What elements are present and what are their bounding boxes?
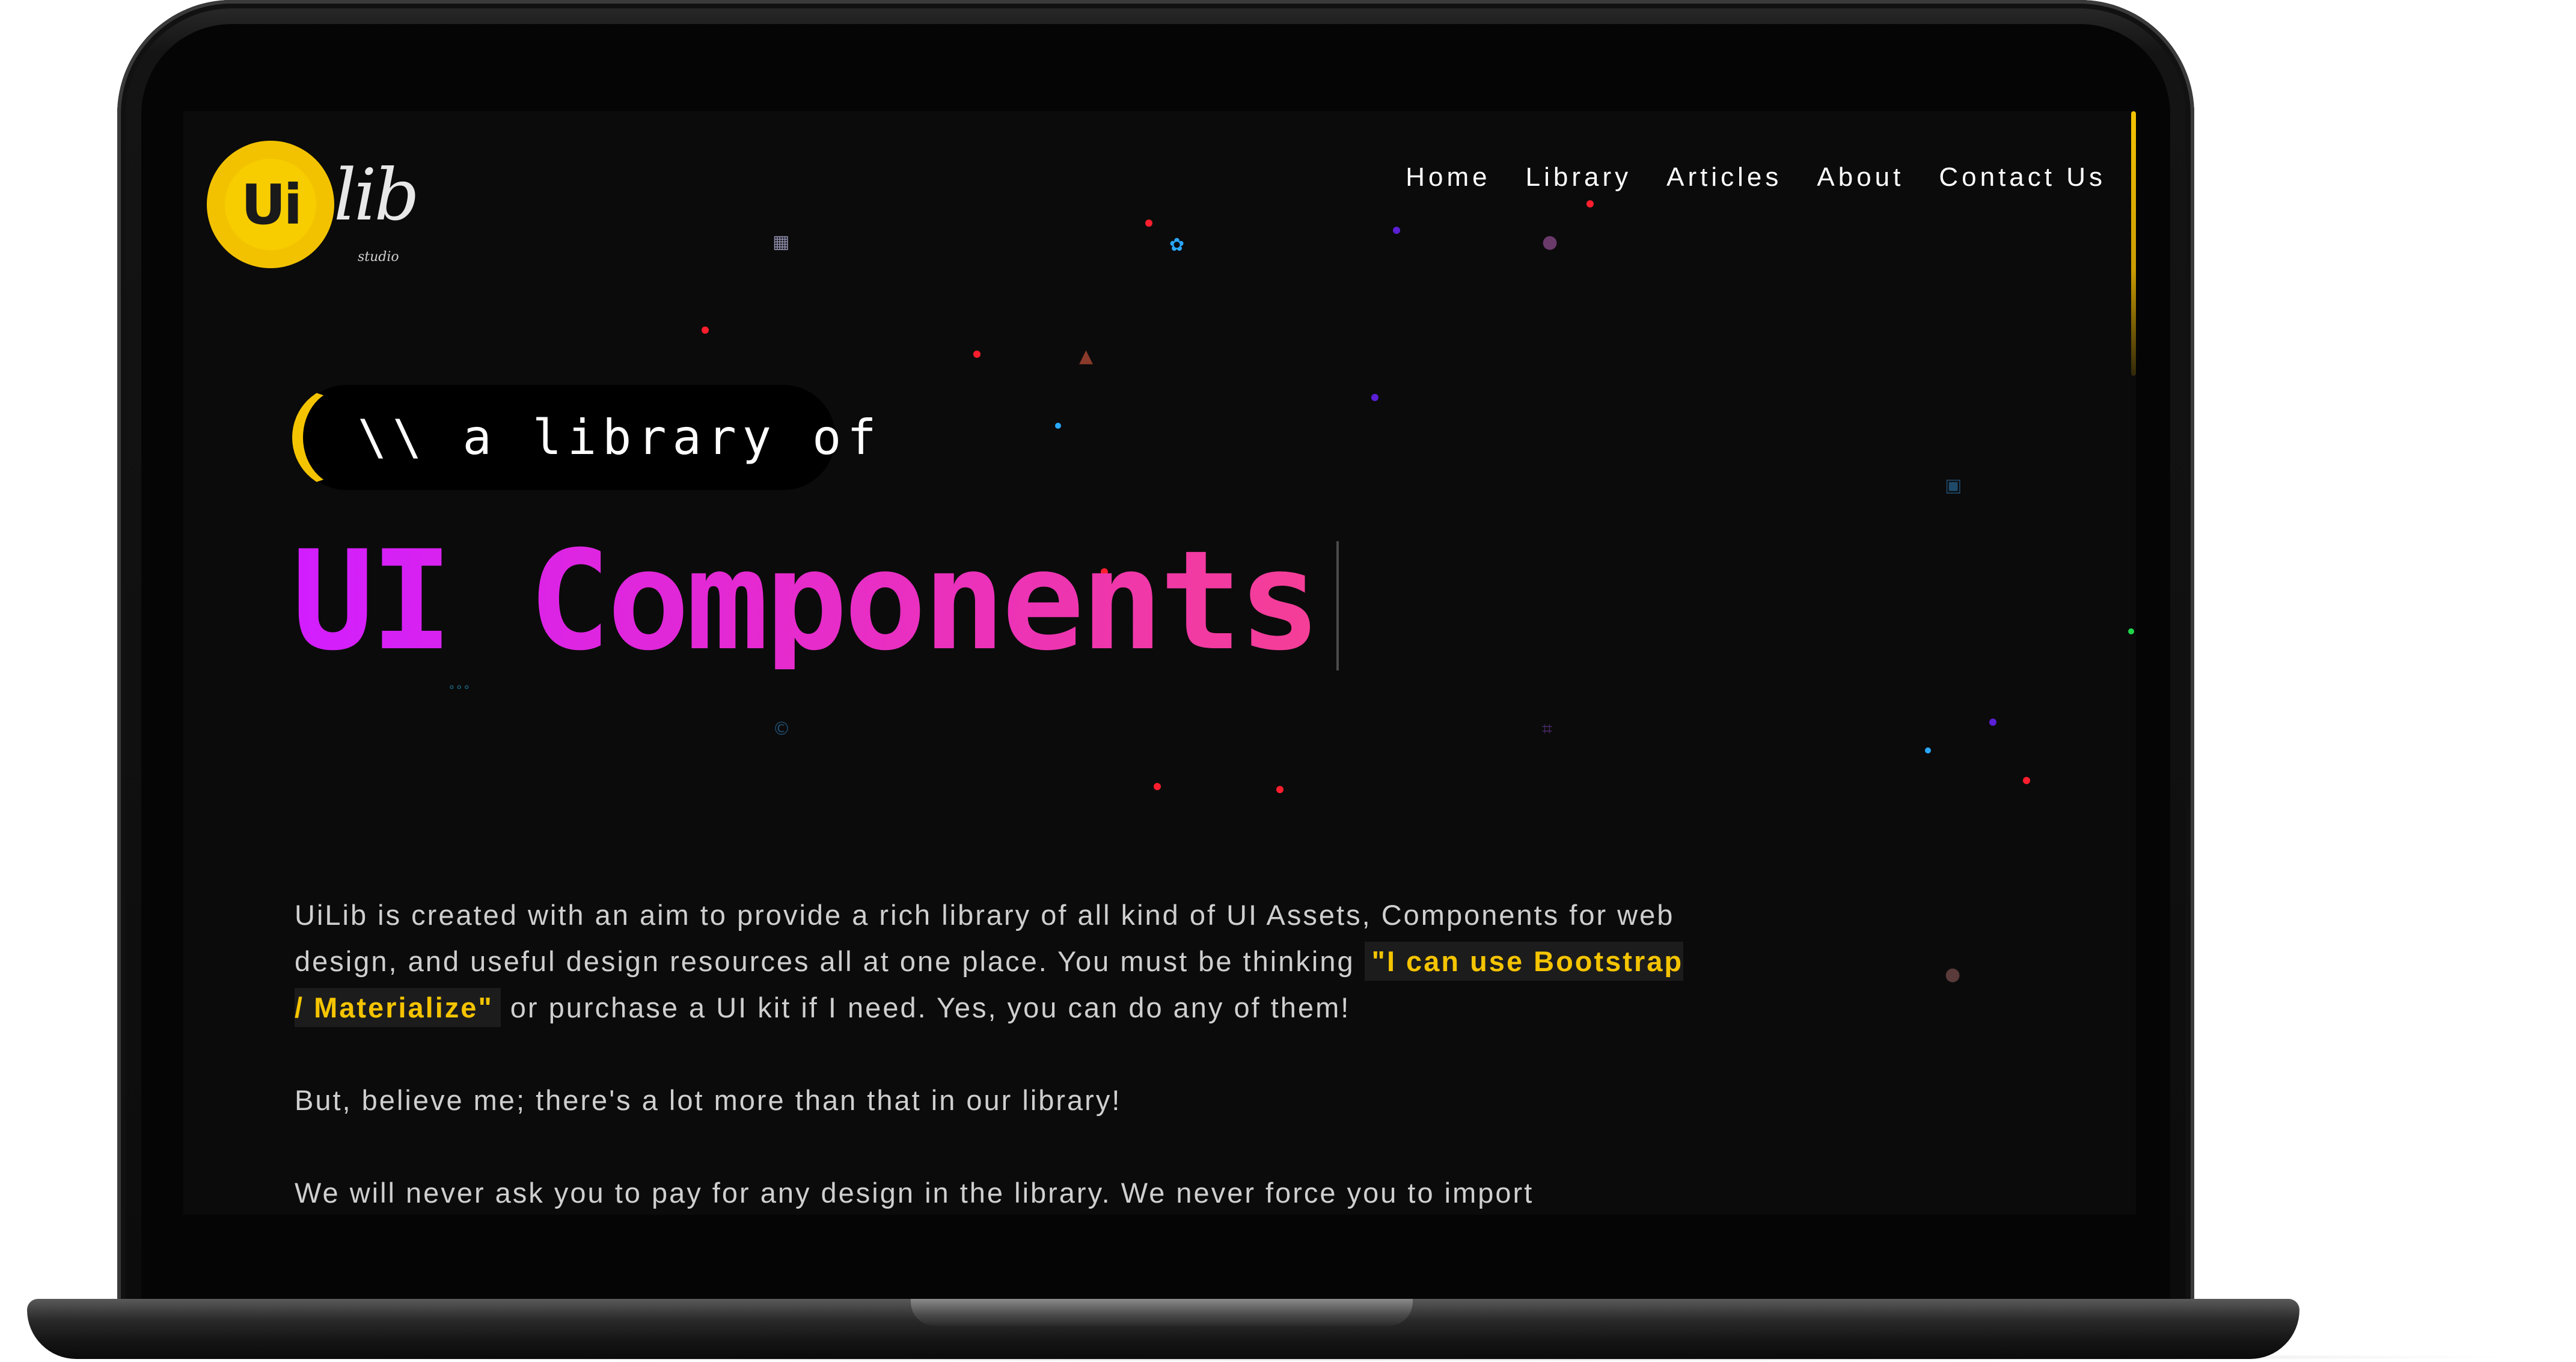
particle-dot — [1276, 786, 1283, 793]
particle-dot — [1154, 783, 1161, 790]
particle-dot — [1989, 719, 1996, 726]
nav-contact-us[interactable]: Contact Us — [1939, 162, 2106, 192]
particle-dot — [2128, 628, 2134, 634]
particle-dot — [2023, 777, 2030, 784]
particle-dot — [1145, 219, 1152, 227]
particle-icon: ▦ — [772, 232, 790, 253]
intro-paragraph-3: We will never ask you to pay for any des… — [295, 1177, 1534, 1209]
particle-icon: ⌗ — [1542, 719, 1552, 740]
nav-about[interactable]: About — [1817, 162, 1904, 192]
website-screen: ▦ ✿ ● ▲ ▣ ⌗ © ∘∘∘ ● Ui lib studio Home L… — [183, 111, 2136, 1215]
intro-paragraph-1: UiLib is created with an aim to provide … — [295, 892, 1701, 1031]
intro-paragraph-2: But, believe me; there's a lot more than… — [295, 1084, 1122, 1116]
particle-icon: ∘∘∘ — [448, 679, 471, 694]
particle-dot — [1393, 227, 1400, 234]
particle-dot — [1371, 394, 1378, 401]
particle-dot — [1055, 423, 1061, 429]
particle-icon: ▲ — [1079, 346, 1094, 367]
hero-title: UI Components — [292, 521, 1321, 681]
particle-dot — [1925, 747, 1931, 753]
scrollbar-thumb[interactable] — [2131, 111, 2136, 376]
nav-home[interactable]: Home — [1406, 162, 1490, 192]
logo-badge-text: Ui — [225, 159, 316, 250]
tagline-text: \\ a library of — [358, 410, 883, 465]
typing-cursor — [1336, 541, 1339, 670]
tagline-pill: \\ a library of — [292, 385, 876, 490]
crescent-accent — [292, 385, 397, 490]
particle-dot — [702, 327, 709, 334]
main-nav: Home Library Articles About Contact Us — [1406, 147, 2106, 207]
particle-icon: ● — [1542, 232, 1558, 253]
particle-icon: ▣ — [1945, 475, 1962, 496]
particle-icon: ✿ — [1169, 235, 1185, 256]
particle-icon: ● — [1945, 964, 1961, 985]
particle-icon: © — [772, 719, 791, 740]
site-logo[interactable]: Ui lib studio — [210, 138, 420, 277]
logo-script-text: lib — [334, 153, 420, 236]
particle-dot — [973, 351, 981, 358]
intro-p1-after: or purchase a UI kit if I need. Yes, you… — [500, 992, 1351, 1023]
logo-sub-text: studio — [358, 250, 399, 265]
laptop-hinge-notch — [911, 1299, 1413, 1326]
logo-badge: Ui — [210, 144, 331, 265]
intro-text: UiLib is created with an aim to provide … — [295, 892, 1701, 1215]
nav-articles[interactable]: Articles — [1666, 162, 1782, 192]
nav-library[interactable]: Library — [1526, 162, 1632, 192]
